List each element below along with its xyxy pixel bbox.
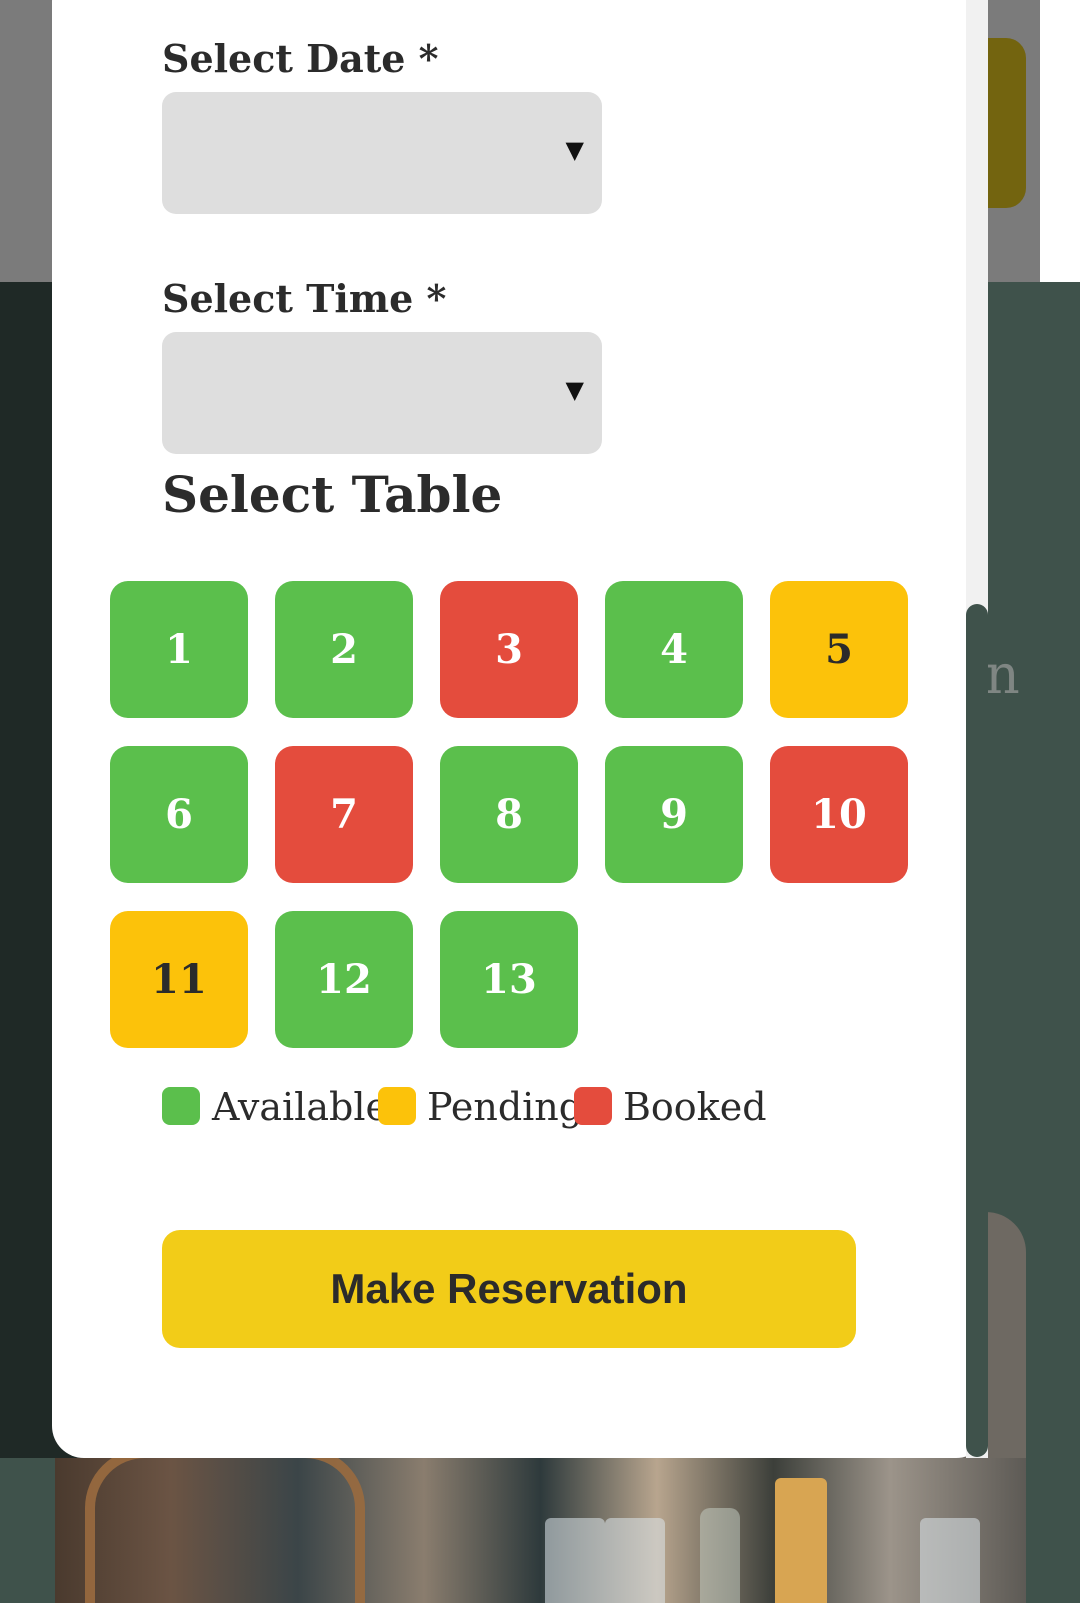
select-table-heading: Select Table (162, 465, 503, 524)
pending-swatch (378, 1087, 416, 1125)
make-reservation-button[interactable]: Make Reservation (162, 1230, 856, 1348)
background-heading-fragment: n (985, 643, 1020, 706)
table-button-5[interactable]: 5 (770, 581, 908, 718)
glass-shape (605, 1518, 665, 1603)
glass-shape (920, 1518, 980, 1603)
legend-booked-label: Booked (623, 1085, 767, 1129)
table-button-13[interactable]: 13 (440, 911, 578, 1048)
time-label: Select Time * (162, 276, 447, 321)
table-button-9[interactable]: 9 (605, 746, 743, 883)
glass-shape (545, 1518, 605, 1603)
background-header-edge (1040, 0, 1080, 282)
table-button-1[interactable]: 1 (110, 581, 248, 718)
chevron-down-icon: ▼ (565, 376, 584, 404)
table-button-12[interactable]: 12 (275, 911, 413, 1048)
legend-pending-label: Pending (427, 1085, 584, 1129)
available-swatch (162, 1087, 200, 1125)
vase-shape (700, 1508, 740, 1603)
background-restaurant-photo (55, 1458, 1026, 1603)
table-button-11[interactable]: 11 (110, 911, 248, 1048)
chevron-down-icon: ▼ (565, 136, 584, 164)
table-button-2[interactable]: 2 (275, 581, 413, 718)
table-button-8[interactable]: 8 (440, 746, 578, 883)
table-button-7[interactable]: 7 (275, 746, 413, 883)
table-button-6[interactable]: 6 (110, 746, 248, 883)
table-button-4[interactable]: 4 (605, 581, 743, 718)
juice-glass-shape (775, 1478, 827, 1603)
table-button-10[interactable]: 10 (770, 746, 908, 883)
date-label: Select Date * (162, 36, 439, 81)
modal-scrollbar-thumb[interactable] (966, 604, 988, 1457)
table-button-3[interactable]: 3 (440, 581, 578, 718)
booked-swatch (574, 1087, 612, 1125)
date-select[interactable]: ▼ (162, 92, 602, 214)
chair-shape (85, 1458, 365, 1603)
legend-available-label: Available (212, 1085, 388, 1129)
time-select[interactable]: ▼ (162, 332, 602, 454)
